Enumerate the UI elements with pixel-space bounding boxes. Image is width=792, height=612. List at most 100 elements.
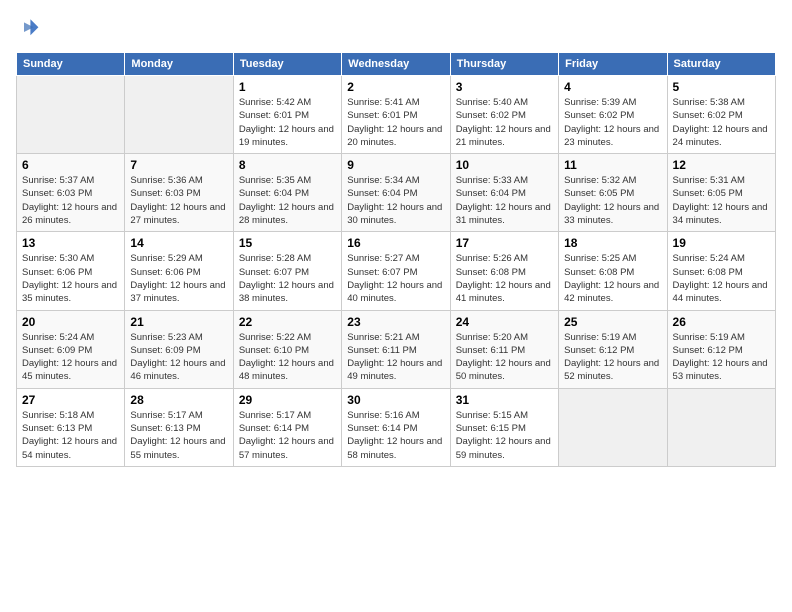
- calendar-week-2: 6 Sunrise: 5:37 AMSunset: 6:03 PMDaylight…: [17, 154, 776, 232]
- logo: [16, 16, 44, 40]
- calendar-cell: 12 Sunrise: 5:31 AMSunset: 6:05 PMDayligh…: [667, 154, 775, 232]
- calendar-cell: 25 Sunrise: 5:19 AMSunset: 6:12 PMDayligh…: [559, 310, 667, 388]
- day-number: 2: [347, 80, 444, 94]
- column-header-saturday: Saturday: [667, 53, 775, 76]
- column-header-friday: Friday: [559, 53, 667, 76]
- calendar-week-3: 13Sunrise: 5:30 AMSunset: 6:06 PMDayligh…: [17, 232, 776, 310]
- calendar-week-5: 27Sunrise: 5:18 AMSunset: 6:13 PMDayligh…: [17, 388, 776, 466]
- day-info: Sunrise: 5:17 AMSunset: 6:14 PMDaylight:…: [239, 409, 336, 462]
- day-number: 16: [347, 236, 444, 250]
- calendar-cell: 27Sunrise: 5:18 AMSunset: 6:13 PMDayligh…: [17, 388, 125, 466]
- calendar-cell: 21Sunrise: 5:23 AMSunset: 6:09 PMDayligh…: [125, 310, 233, 388]
- day-info: Sunrise: 5:26 AMSunset: 6:08 PMDaylight:…: [456, 252, 553, 305]
- day-info: Sunrise: 5:34 AMSunset: 6:04 PMDaylight:…: [347, 174, 444, 227]
- day-number: 5: [673, 80, 770, 94]
- page-header: [16, 16, 776, 40]
- calendar-cell: 18 Sunrise: 5:25 AMSunset: 6:08 PMDayligh…: [559, 232, 667, 310]
- day-info: Sunrise: 5:29 AMSunset: 6:06 PMDaylight:…: [130, 252, 227, 305]
- day-number: 25: [564, 315, 661, 329]
- calendar-cell: 4 Sunrise: 5:39 AMSunset: 6:02 PMDaylight…: [559, 76, 667, 154]
- day-info: Sunrise: 5:23 AMSunset: 6:09 PMDaylight:…: [130, 331, 227, 384]
- calendar-cell: 16Sunrise: 5:27 AMSunset: 6:07 PMDayligh…: [342, 232, 450, 310]
- day-info: Sunrise: 5:19 AMSunset: 6:12 PMDaylight:…: [673, 331, 770, 384]
- day-number: 6: [22, 158, 119, 172]
- calendar-cell: 22 Sunrise: 5:22 AMSunset: 6:10 PMDayligh…: [233, 310, 341, 388]
- calendar-cell: [667, 388, 775, 466]
- day-number: 30: [347, 393, 444, 407]
- day-info: Sunrise: 5:15 AMSunset: 6:15 PMDaylight:…: [456, 409, 553, 462]
- calendar-cell: 1 Sunrise: 5:42 AMSunset: 6:01 PMDaylight…: [233, 76, 341, 154]
- day-info: Sunrise: 5:37 AMSunset: 6:03 PMDaylight:…: [22, 174, 119, 227]
- day-number: 3: [456, 80, 553, 94]
- day-info: Sunrise: 5:25 AMSunset: 6:08 PMDaylight:…: [564, 252, 661, 305]
- day-number: 15: [239, 236, 336, 250]
- day-info: Sunrise: 5:16 AMSunset: 6:14 PMDaylight:…: [347, 409, 444, 462]
- day-number: 12: [673, 158, 770, 172]
- day-info: Sunrise: 5:38 AMSunset: 6:02 PMDaylight:…: [673, 96, 770, 149]
- day-number: 28: [130, 393, 227, 407]
- calendar-header-row: SundayMondayTuesdayWednesdayThursdayFrid…: [17, 53, 776, 76]
- logo-icon: [16, 16, 40, 40]
- day-number: 26: [673, 315, 770, 329]
- column-header-thursday: Thursday: [450, 53, 558, 76]
- day-number: 18: [564, 236, 661, 250]
- calendar-cell: [125, 76, 233, 154]
- calendar-week-1: 1 Sunrise: 5:42 AMSunset: 6:01 PMDaylight…: [17, 76, 776, 154]
- day-number: 23: [347, 315, 444, 329]
- day-number: 8: [239, 158, 336, 172]
- day-number: 7: [130, 158, 227, 172]
- calendar-cell: 7Sunrise: 5:36 AMSunset: 6:03 PMDaylight…: [125, 154, 233, 232]
- day-number: 20: [22, 315, 119, 329]
- calendar-cell: 31 Sunrise: 5:15 AMSunset: 6:15 PMDayligh…: [450, 388, 558, 466]
- calendar-cell: 24 Sunrise: 5:20 AMSunset: 6:11 PMDayligh…: [450, 310, 558, 388]
- calendar-cell: 9Sunrise: 5:34 AMSunset: 6:04 PMDaylight…: [342, 154, 450, 232]
- day-info: Sunrise: 5:28 AMSunset: 6:07 PMDaylight:…: [239, 252, 336, 305]
- calendar-cell: 8 Sunrise: 5:35 AMSunset: 6:04 PMDaylight…: [233, 154, 341, 232]
- day-info: Sunrise: 5:40 AMSunset: 6:02 PMDaylight:…: [456, 96, 553, 149]
- day-info: Sunrise: 5:21 AMSunset: 6:11 PMDaylight:…: [347, 331, 444, 384]
- day-info: Sunrise: 5:24 AMSunset: 6:09 PMDaylight:…: [22, 331, 119, 384]
- calendar-cell: 29 Sunrise: 5:17 AMSunset: 6:14 PMDayligh…: [233, 388, 341, 466]
- calendar-cell: 28 Sunrise: 5:17 AMSunset: 6:13 PMDayligh…: [125, 388, 233, 466]
- day-number: 31: [456, 393, 553, 407]
- calendar-cell: 3 Sunrise: 5:40 AMSunset: 6:02 PMDaylight…: [450, 76, 558, 154]
- day-info: Sunrise: 5:17 AMSunset: 6:13 PMDaylight:…: [130, 409, 227, 462]
- day-info: Sunrise: 5:32 AMSunset: 6:05 PMDaylight:…: [564, 174, 661, 227]
- column-header-sunday: Sunday: [17, 53, 125, 76]
- calendar-cell: 17Sunrise: 5:26 AMSunset: 6:08 PMDayligh…: [450, 232, 558, 310]
- day-number: 4: [564, 80, 661, 94]
- column-header-tuesday: Tuesday: [233, 53, 341, 76]
- calendar-cell: 14 Sunrise: 5:29 AMSunset: 6:06 PMDayligh…: [125, 232, 233, 310]
- day-info: Sunrise: 5:42 AMSunset: 6:01 PMDaylight:…: [239, 96, 336, 149]
- calendar-cell: 30 Sunrise: 5:16 AMSunset: 6:14 PMDayligh…: [342, 388, 450, 466]
- day-number: 19: [673, 236, 770, 250]
- day-info: Sunrise: 5:24 AMSunset: 6:08 PMDaylight:…: [673, 252, 770, 305]
- day-info: Sunrise: 5:35 AMSunset: 6:04 PMDaylight:…: [239, 174, 336, 227]
- column-header-wednesday: Wednesday: [342, 53, 450, 76]
- calendar-cell: 13Sunrise: 5:30 AMSunset: 6:06 PMDayligh…: [17, 232, 125, 310]
- day-info: Sunrise: 5:39 AMSunset: 6:02 PMDaylight:…: [564, 96, 661, 149]
- day-info: Sunrise: 5:20 AMSunset: 6:11 PMDaylight:…: [456, 331, 553, 384]
- calendar-cell: 26 Sunrise: 5:19 AMSunset: 6:12 PMDayligh…: [667, 310, 775, 388]
- calendar-body: 1 Sunrise: 5:42 AMSunset: 6:01 PMDaylight…: [17, 76, 776, 467]
- calendar-cell: 23 Sunrise: 5:21 AMSunset: 6:11 PMDayligh…: [342, 310, 450, 388]
- day-info: Sunrise: 5:31 AMSunset: 6:05 PMDaylight:…: [673, 174, 770, 227]
- calendar-table: SundayMondayTuesdayWednesdayThursdayFrid…: [16, 52, 776, 467]
- column-header-monday: Monday: [125, 53, 233, 76]
- calendar-week-4: 20 Sunrise: 5:24 AMSunset: 6:09 PMDayligh…: [17, 310, 776, 388]
- day-number: 14: [130, 236, 227, 250]
- day-info: Sunrise: 5:22 AMSunset: 6:10 PMDaylight:…: [239, 331, 336, 384]
- calendar-cell: 15 Sunrise: 5:28 AMSunset: 6:07 PMDayligh…: [233, 232, 341, 310]
- day-number: 1: [239, 80, 336, 94]
- day-info: Sunrise: 5:41 AMSunset: 6:01 PMDaylight:…: [347, 96, 444, 149]
- calendar-cell: [559, 388, 667, 466]
- day-number: 29: [239, 393, 336, 407]
- day-info: Sunrise: 5:19 AMSunset: 6:12 PMDaylight:…: [564, 331, 661, 384]
- day-number: 10: [456, 158, 553, 172]
- calendar-cell: 6 Sunrise: 5:37 AMSunset: 6:03 PMDaylight…: [17, 154, 125, 232]
- day-number: 24: [456, 315, 553, 329]
- calendar-cell: 19 Sunrise: 5:24 AMSunset: 6:08 PMDayligh…: [667, 232, 775, 310]
- day-number: 27: [22, 393, 119, 407]
- day-number: 22: [239, 315, 336, 329]
- day-info: Sunrise: 5:30 AMSunset: 6:06 PMDaylight:…: [22, 252, 119, 305]
